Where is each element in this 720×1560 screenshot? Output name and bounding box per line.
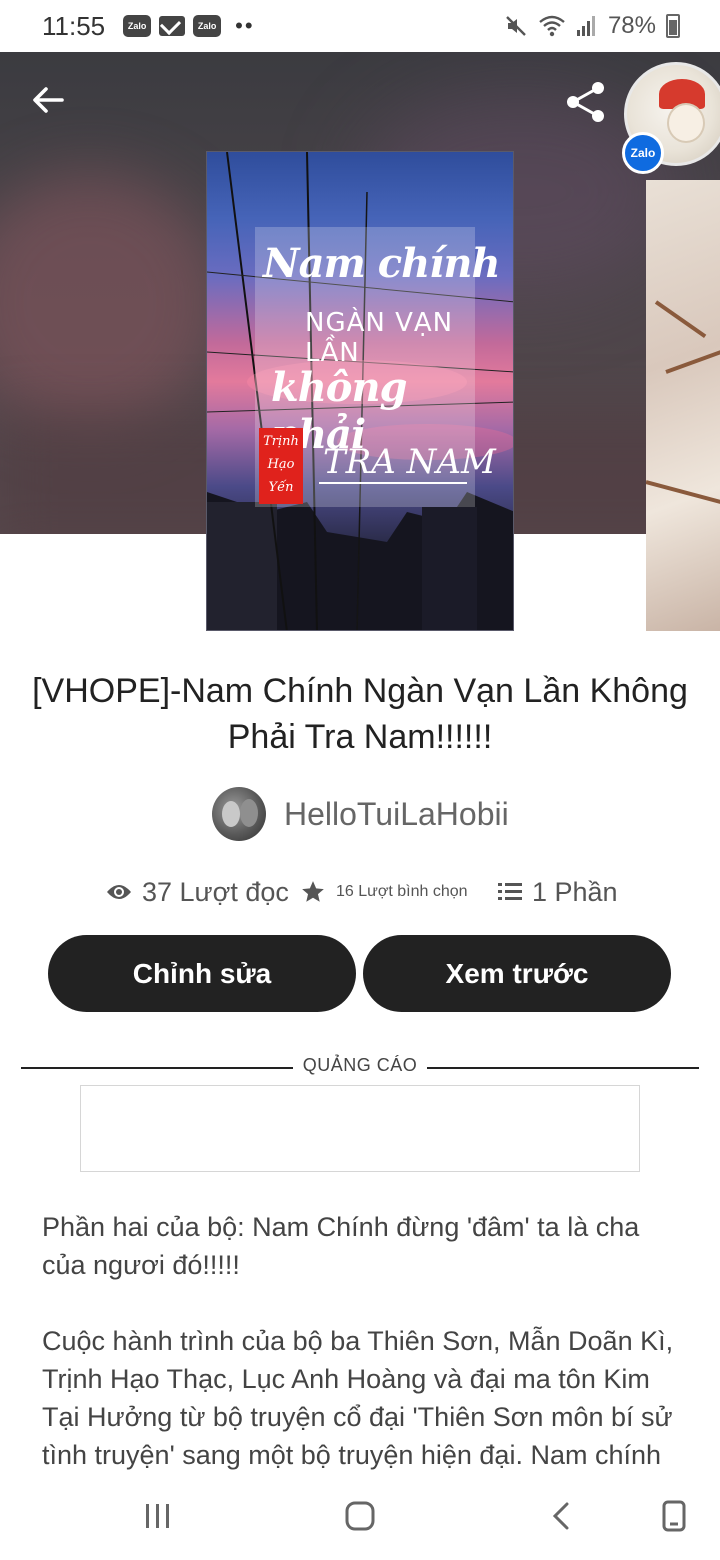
back-button[interactable] xyxy=(28,80,72,124)
zalo-notification-icon: Zalo xyxy=(123,15,152,37)
more-notifications-icon: •• xyxy=(235,13,255,38)
eye-icon xyxy=(107,885,131,899)
story-description: Phần hai của bộ: Nam Chính đừng 'đâm' ta… xyxy=(42,1208,682,1512)
screen-button[interactable] xyxy=(644,1494,704,1538)
author-name[interactable]: HelloTuiLaHobii xyxy=(284,796,509,833)
zalo-badge-icon: Zalo xyxy=(622,132,664,174)
edit-button[interactable]: Chỉnh sửa xyxy=(48,935,356,1012)
author-row[interactable]: HelloTuiLaHobii xyxy=(212,787,509,841)
list-icon xyxy=(498,883,522,900)
author-avatar[interactable] xyxy=(212,787,266,841)
mute-icon xyxy=(506,16,526,36)
ad-slot[interactable] xyxy=(80,1085,640,1172)
parts-count: 1 Phần xyxy=(532,876,618,907)
description-paragraph-2: Cuộc hành trình của bộ ba Thiên Sơn, Mẫn… xyxy=(42,1326,674,1470)
recent-apps-button[interactable] xyxy=(128,1494,188,1538)
cover-author-line2: Hạo xyxy=(267,457,295,472)
cover-author-line3: Yến xyxy=(268,480,294,495)
signal-icon xyxy=(576,16,595,36)
book-cover[interactable]: Nam chính NGÀN VẠN LẦN không phải Trịnh … xyxy=(206,151,514,631)
cover-title-line2: NGÀN VẠN LẦN xyxy=(305,308,454,368)
reads-count: 37 Lượt đọc xyxy=(142,876,289,907)
cover-underline xyxy=(319,482,467,484)
nav-back-button[interactable] xyxy=(532,1494,592,1538)
ad-divider-left xyxy=(21,1067,293,1069)
system-nav-bar xyxy=(0,1476,720,1560)
stat-votes: 16 Lượt bình chọn xyxy=(300,868,468,916)
home-button[interactable] xyxy=(330,1494,390,1538)
battery-icon xyxy=(666,14,680,38)
zalo-notification-icon-2: Zalo xyxy=(193,15,222,37)
back-icon xyxy=(552,1502,569,1530)
votes-count: 16 Lượt bình chọn xyxy=(336,883,468,900)
home-icon xyxy=(345,1501,375,1531)
stat-parts: 1 Phần xyxy=(498,868,618,916)
mail-notification-icon xyxy=(159,16,186,36)
stats-row: 37 Lượt đọc 16 Lượt bình chọn 1 Phần xyxy=(0,868,720,916)
stat-reads: 37 Lượt đọc xyxy=(106,868,289,916)
wifi-icon xyxy=(539,15,565,37)
cover-author-box: Trịnh Hạo Yến xyxy=(259,428,303,504)
battery-percent: 78% xyxy=(607,12,656,39)
cover-title-line4: TRA NAM xyxy=(323,442,496,482)
screen-icon xyxy=(662,1500,686,1532)
screen: { "status_bar": { "time": "11:55", "noti… xyxy=(0,0,720,1560)
ad-label: QUẢNG CÁO xyxy=(302,1055,418,1075)
status-right: 78% xyxy=(504,0,680,52)
story-title: [VHOPE]-Nam Chính Ngàn Vạn Lần Không Phả… xyxy=(32,672,688,756)
preview-button[interactable]: Xem trước xyxy=(363,935,671,1012)
star-icon xyxy=(302,881,324,902)
cover-title-line1: Nam chính xyxy=(263,240,501,287)
description-paragraph-1: Phần hai của bộ: Nam Chính đừng 'đâm' ta… xyxy=(42,1212,640,1280)
share-icon xyxy=(567,82,604,122)
share-button[interactable] xyxy=(562,78,610,126)
status-bar: 11:55 Zalo Zalo •• 78% xyxy=(0,0,720,52)
ad-divider-right xyxy=(427,1067,699,1069)
status-time: 11:55 xyxy=(42,10,106,41)
cover-author-line1: Trịnh xyxy=(263,434,299,449)
next-story-cover[interactable] xyxy=(646,180,720,631)
arrow-left-icon xyxy=(33,87,64,113)
recent-apps-icon xyxy=(146,1504,169,1528)
